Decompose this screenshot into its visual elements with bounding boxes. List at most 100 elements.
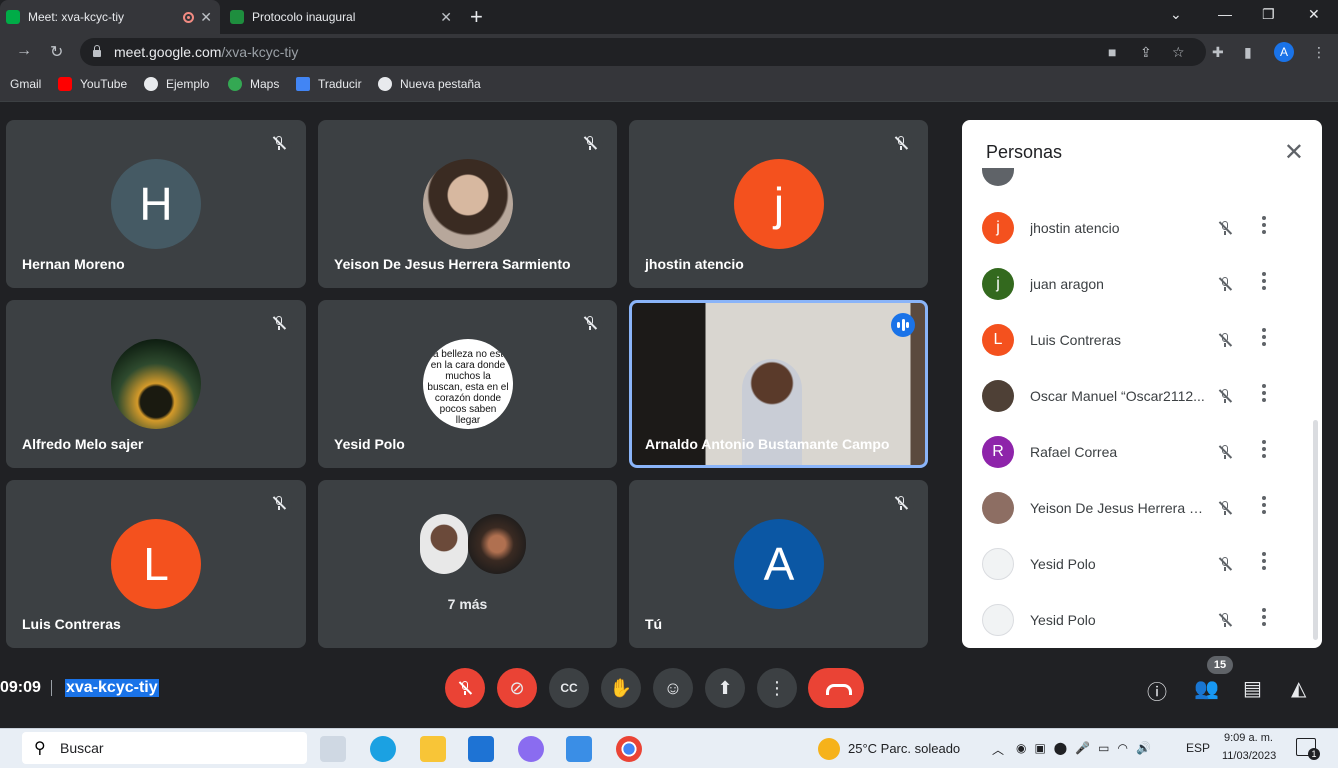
store-icon[interactable] [468,736,494,762]
reload-icon[interactable]: ↻ [50,42,63,62]
chat-icon[interactable]: ▤ [1243,676,1262,701]
participant-row[interactable]: Yesid Polo [962,592,1312,648]
activities-icon[interactable]: ◭ [1291,676,1306,701]
bookmark-gmail[interactable]: Gmail [10,77,41,91]
people-icon[interactable]: 👥 [1194,676,1219,701]
meeting-details-icon[interactable]: ⓘ [1147,676,1167,705]
mic-off-icon[interactable] [1216,387,1234,405]
more-participants-tile[interactable]: 7 más [318,480,617,648]
new-tab-icon[interactable]: + [470,4,483,30]
close-tab-icon[interactable]: ✕ [440,9,452,26]
kebab-icon: ⋮ [768,678,786,698]
participant-name: Hernan Moreno [22,256,125,272]
participant-tile-speaking[interactable]: Arnaldo Antonio Bustamante Campo [629,300,928,468]
participant-options-icon[interactable] [1262,608,1266,628]
captions-button[interactable]: CC [549,668,589,708]
participant-name: Rafael Correa [1030,444,1118,460]
participant-row[interactable]: Oscar Manuel “Oscar2112... [962,368,1312,424]
bookmark-youtube[interactable]: YouTube [58,77,127,91]
copilot-icon[interactable] [518,736,544,762]
present-button[interactable]: ⬆ [705,668,745,708]
self-tile[interactable]: A Tú [629,480,928,648]
participant-row[interactable]: R Rafael Correa [962,424,1312,480]
chrome-icon[interactable] [616,736,642,762]
forward-icon[interactable]: → [16,42,32,60]
participant-avatar [982,380,1014,412]
reactions-button[interactable]: ☺ [653,668,693,708]
weather-text[interactable]: 25°C Parc. soleado [848,741,960,756]
tab-search-chevron-icon[interactable]: ⌄ [1170,6,1182,23]
minimize-icon[interactable]: — [1218,6,1232,22]
avatar-photo [423,159,513,249]
participant-options-icon[interactable] [1262,496,1266,516]
bookmark-star-icon[interactable]: ☆ [1172,44,1185,61]
participant-tile[interactable]: j jhostin atencio [629,120,928,288]
camera-blocked-icon[interactable]: ■ [1108,44,1116,60]
participant-tile[interactable]: Yeison De Jesus Herrera Sarmiento [318,120,617,288]
participant-row[interactable]: Yeison De Jesus Herrera S... [962,480,1312,536]
participant-row[interactable]: j jhostin atencio [962,200,1312,256]
more-options-button[interactable]: ⋮ [757,668,797,708]
mic-off-icon[interactable] [1216,555,1234,573]
participant-tile[interactable]: La belleza no esta en la cara donde much… [318,300,617,468]
bookmark-traducir[interactable]: Traducir [296,77,362,91]
mic-off-icon[interactable] [1216,499,1234,517]
bookmark-ejemplo[interactable]: Ejemplo [144,77,209,91]
participant-options-icon[interactable] [1262,328,1266,348]
participant-options-icon[interactable] [1262,440,1266,460]
bookmark-maps[interactable]: Maps [228,77,279,91]
edge-icon[interactable] [370,736,396,762]
mic-off-icon[interactable] [1216,275,1234,293]
close-window-icon[interactable]: ✕ [1308,6,1320,23]
mic-toggle-button[interactable] [445,668,485,708]
extensions-icon[interactable]: ✚ [1212,44,1224,61]
lock-icon[interactable] [92,45,102,57]
tab-title: Meet: xva-kcyc-tiy [28,10,125,24]
taskbar-search[interactable]: ⚲ Buscar [22,732,307,764]
participant-row[interactable]: Yesid Polo [962,536,1312,592]
participant-options-icon[interactable] [1262,552,1266,572]
mail-icon[interactable] [566,736,592,762]
participant-tile[interactable]: Alfredo Melo sajer [6,300,306,468]
profile-avatar[interactable]: A [1274,42,1294,62]
participant-options-icon[interactable] [1262,216,1266,236]
side-panel-icon[interactable]: ▮ [1244,44,1252,61]
bookmark-nueva-pestana[interactable]: Nueva pestaña [378,77,481,91]
participant-options-icon[interactable] [1262,384,1266,404]
tab-meet[interactable]: Meet: xva-kcyc-tiy ✕ [0,0,220,34]
close-tab-icon[interactable]: ✕ [200,9,212,26]
participant-tile[interactable]: L Luis Contreras [6,480,306,648]
tab-title: Protocolo inaugural [252,10,356,24]
raise-hand-button[interactable]: ✋ [601,668,641,708]
scrollbar[interactable] [1313,420,1318,640]
restore-icon[interactable]: ❐ [1262,6,1275,23]
camera-toggle-button[interactable]: ⊘ [497,668,537,708]
avatar-photo [420,514,468,574]
camera-off-icon: ⊘ [509,678,525,698]
share-icon[interactable]: ⇪ [1140,44,1152,61]
mic-off-icon[interactable] [1216,331,1234,349]
muted-indicator [581,134,603,156]
mic-off-icon [892,494,910,512]
task-view-icon[interactable] [320,736,346,762]
clock-date[interactable]: 11/03/2023 [1222,750,1276,762]
tab-protocolo[interactable]: Protocolo inaugural ✕ [224,0,460,34]
participant-tile[interactable]: H Hernan Moreno [6,120,306,288]
leave-call-button[interactable] [808,668,864,708]
hand-icon: ✋ [609,678,633,698]
url-text[interactable]: meet.google.com/xva-kcyc-tiy [114,44,298,60]
participant-row[interactable]: j juan aragon [962,256,1312,312]
menu-kebab-icon[interactable]: ⋮ [1312,44,1326,61]
participant-options-icon[interactable] [1262,272,1266,292]
clock-time[interactable]: 9:09 a. m. [1224,732,1273,744]
input-language[interactable]: ESP [1186,741,1210,755]
tray-chevron-icon[interactable]: ︿ [992,741,1004,758]
mic-off-icon[interactable] [1216,219,1234,237]
tray-icons[interactable]: ◉▣⬤🎤▭◠🔊 [1016,741,1159,755]
participant-avatar: j [982,212,1014,244]
participant-row[interactable]: L Luis Contreras [962,312,1312,368]
file-explorer-icon[interactable] [420,736,446,762]
close-panel-icon[interactable]: ✕ [1284,138,1304,167]
mic-off-icon[interactable] [1216,443,1234,461]
mic-off-icon[interactable] [1216,611,1234,629]
